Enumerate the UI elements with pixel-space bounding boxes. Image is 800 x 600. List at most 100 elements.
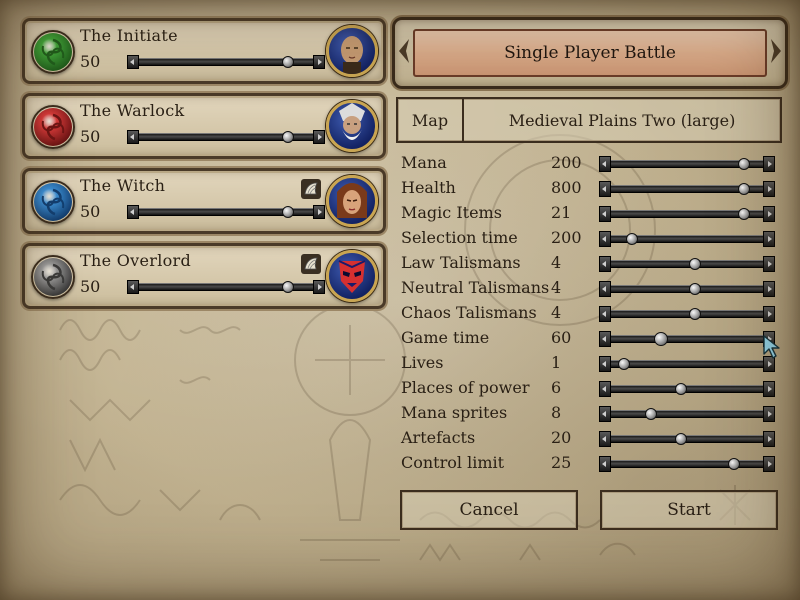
setting-slider[interactable]	[599, 331, 775, 347]
setting-slider[interactable]	[599, 256, 775, 272]
setting-slider[interactable]	[599, 231, 775, 247]
slider-track[interactable]	[599, 231, 775, 247]
map-selector[interactable]: Map Medieval Plains Two (large)	[396, 97, 782, 143]
slider-track[interactable]	[599, 156, 775, 172]
slider-knob[interactable]	[738, 208, 751, 220]
slider-track[interactable]	[599, 306, 775, 322]
slider-track[interactable]	[599, 256, 775, 272]
slider-knob[interactable]	[738, 158, 751, 170]
slider-left-arrow-icon[interactable]	[127, 205, 139, 219]
slider-knob[interactable]	[282, 281, 295, 293]
setting-slider[interactable]	[599, 406, 775, 422]
slider-right-arrow-icon[interactable]	[763, 231, 775, 247]
slider-bar[interactable]	[607, 310, 767, 318]
slider-track[interactable]	[127, 130, 325, 144]
slider-right-arrow-icon[interactable]	[763, 431, 775, 447]
setting-slider[interactable]	[599, 206, 775, 222]
slider-knob[interactable]	[618, 358, 631, 370]
slider-knob[interactable]	[282, 56, 295, 68]
slider-left-arrow-icon[interactable]	[599, 306, 611, 322]
slider-track[interactable]	[127, 205, 325, 219]
player-slider[interactable]	[127, 130, 325, 144]
slider-left-arrow-icon[interactable]	[127, 55, 139, 69]
start-button[interactable]: Start	[600, 490, 778, 530]
slider-knob[interactable]	[645, 408, 657, 420]
witch-portrait-icon[interactable]	[326, 175, 378, 227]
player-slider[interactable]	[127, 205, 325, 219]
slider-knob[interactable]	[689, 283, 702, 295]
slider-right-arrow-icon[interactable]	[763, 406, 775, 422]
slider-bar[interactable]	[607, 360, 767, 368]
setting-slider[interactable]	[599, 181, 775, 197]
slider-right-arrow-icon[interactable]	[313, 55, 325, 69]
slider-right-arrow-icon[interactable]	[313, 280, 325, 294]
slider-track[interactable]	[599, 431, 775, 447]
shell-icon[interactable]	[301, 179, 321, 199]
slider-track[interactable]	[599, 456, 775, 472]
slider-track[interactable]	[599, 356, 775, 372]
slider-right-arrow-icon[interactable]	[763, 281, 775, 297]
slider-right-arrow-icon[interactable]	[763, 456, 775, 472]
slider-left-arrow-icon[interactable]	[599, 456, 611, 472]
slider-knob[interactable]	[738, 183, 751, 195]
slider-knob[interactable]	[674, 433, 687, 445]
slider-knob[interactable]	[654, 332, 669, 346]
slider-bar[interactable]	[607, 285, 767, 293]
masked-overlord-portrait-icon[interactable]	[326, 250, 378, 302]
player-panel-overlord[interactable]: The Overlord 50	[22, 243, 386, 309]
slider-track[interactable]	[599, 281, 775, 297]
slider-track[interactable]	[599, 381, 775, 397]
slider-knob[interactable]	[625, 233, 638, 245]
slider-bar[interactable]	[607, 260, 767, 268]
slider-left-arrow-icon[interactable]	[599, 256, 611, 272]
cancel-button[interactable]: Cancel	[400, 490, 578, 530]
slider-left-arrow-icon[interactable]	[599, 356, 611, 372]
player-slider[interactable]	[127, 280, 325, 294]
slider-bar[interactable]	[607, 385, 767, 393]
setting-slider[interactable]	[599, 281, 775, 297]
slider-left-arrow-icon[interactable]	[599, 331, 611, 347]
slider-left-arrow-icon[interactable]	[599, 156, 611, 172]
slider-left-arrow-icon[interactable]	[599, 281, 611, 297]
slider-left-arrow-icon[interactable]	[127, 130, 139, 144]
slider-knob[interactable]	[689, 308, 702, 320]
setting-slider[interactable]	[599, 456, 775, 472]
slider-left-arrow-icon[interactable]	[599, 206, 611, 222]
bald-mage-portrait-icon[interactable]	[326, 25, 378, 77]
slider-left-arrow-icon[interactable]	[599, 181, 611, 197]
slider-track[interactable]	[127, 55, 325, 69]
slider-knob[interactable]	[282, 131, 295, 143]
slider-left-arrow-icon[interactable]	[599, 431, 611, 447]
slider-right-arrow-icon[interactable]	[763, 256, 775, 272]
slider-knob[interactable]	[689, 258, 702, 270]
slider-knob[interactable]	[727, 458, 740, 470]
slider-bar[interactable]	[607, 435, 767, 443]
setting-slider[interactable]	[599, 356, 775, 372]
slider-knob[interactable]	[282, 206, 295, 218]
slider-bar[interactable]	[607, 460, 767, 468]
slider-track[interactable]	[599, 406, 775, 422]
slider-right-arrow-icon[interactable]	[763, 381, 775, 397]
slider-knob[interactable]	[674, 383, 687, 395]
slider-track[interactable]	[599, 181, 775, 197]
slider-track[interactable]	[599, 206, 775, 222]
slider-right-arrow-icon[interactable]	[763, 306, 775, 322]
map-value[interactable]: Medieval Plains Two (large)	[464, 99, 780, 141]
slider-right-arrow-icon[interactable]	[763, 156, 775, 172]
slider-left-arrow-icon[interactable]	[599, 381, 611, 397]
slider-bar[interactable]	[607, 335, 767, 343]
setting-slider[interactable]	[599, 306, 775, 322]
slider-right-arrow-icon[interactable]	[313, 205, 325, 219]
slider-left-arrow-icon[interactable]	[127, 280, 139, 294]
slider-track[interactable]	[599, 331, 775, 347]
bearded-wizard-portrait-icon[interactable]	[326, 100, 378, 152]
slider-bar[interactable]	[607, 410, 767, 418]
slider-left-arrow-icon[interactable]	[599, 231, 611, 247]
player-panel-initiate[interactable]: The Initiate 50	[22, 18, 386, 84]
player-panel-witch[interactable]: The Witch 50	[22, 168, 386, 234]
setting-slider[interactable]	[599, 381, 775, 397]
slider-right-arrow-icon[interactable]	[763, 206, 775, 222]
setting-slider[interactable]	[599, 156, 775, 172]
player-slider[interactable]	[127, 55, 325, 69]
player-panel-warlock[interactable]: The Warlock 50	[22, 93, 386, 159]
